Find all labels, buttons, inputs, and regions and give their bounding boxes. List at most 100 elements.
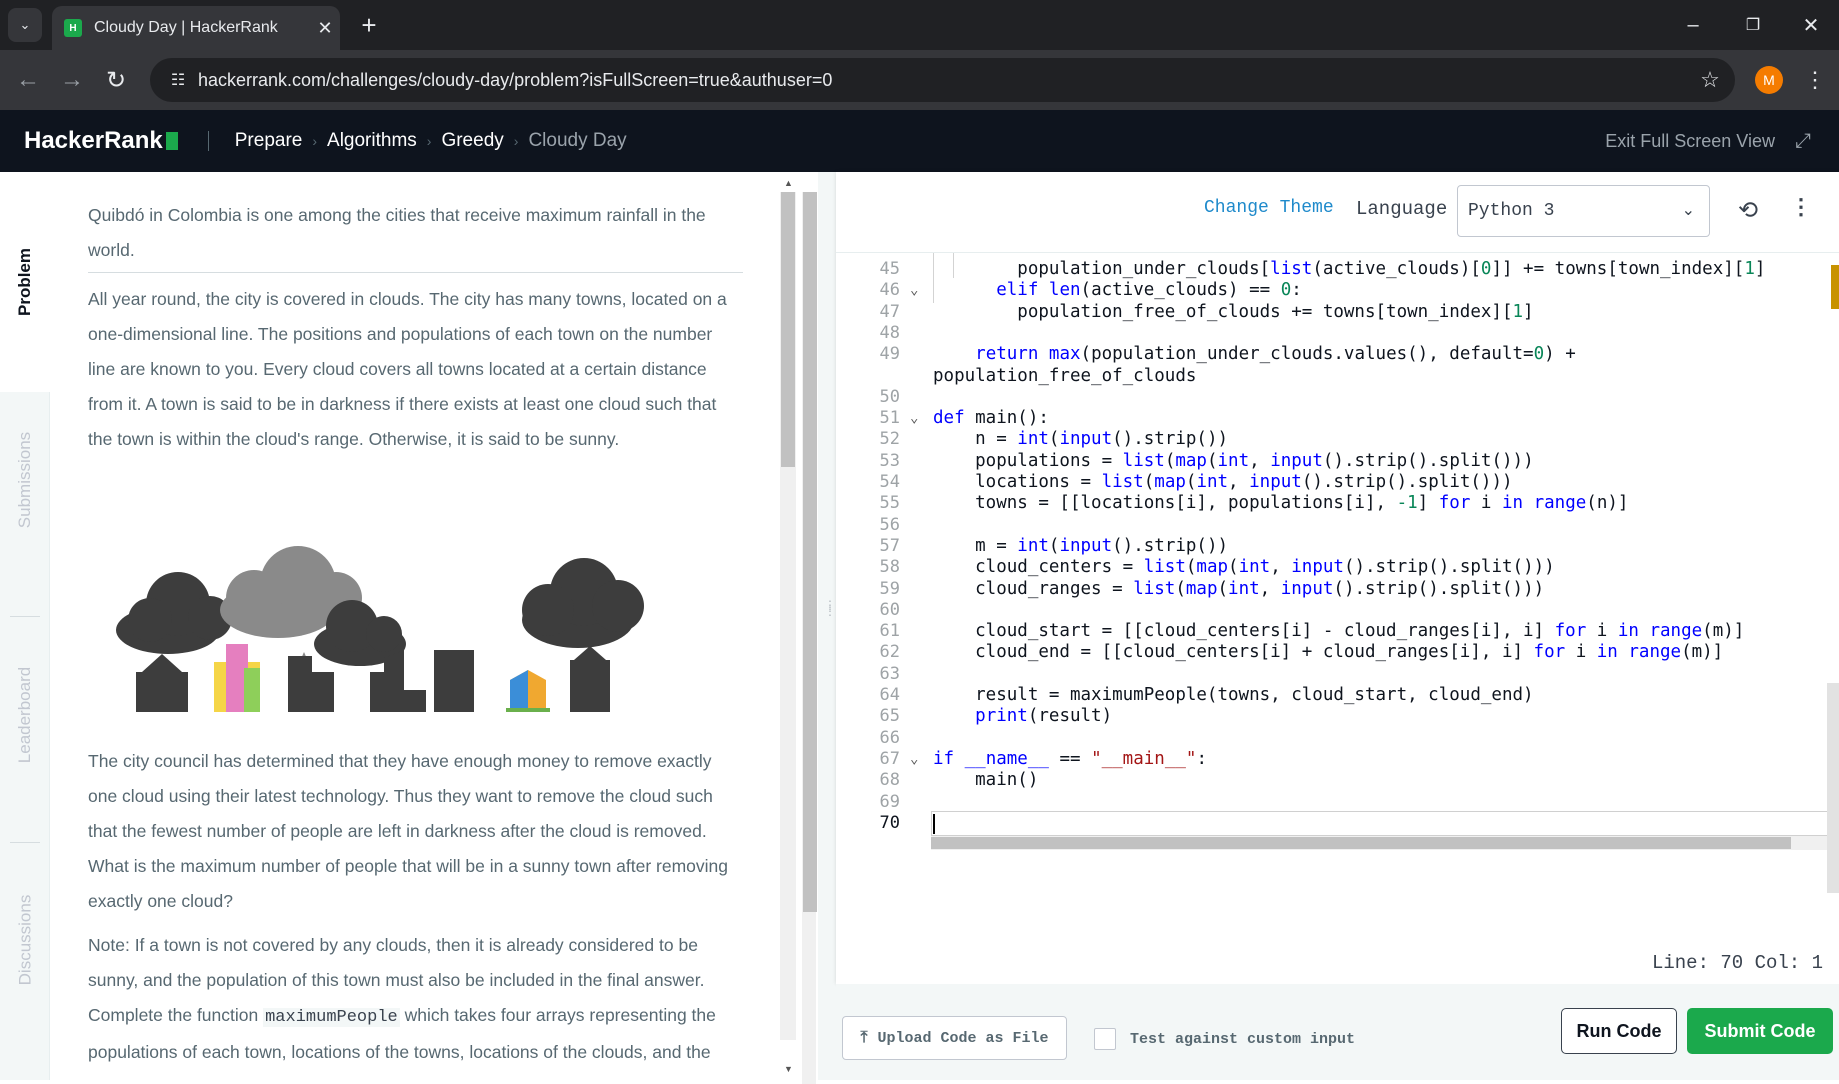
change-theme-link[interactable]: Change Theme xyxy=(1204,198,1334,218)
exit-fullscreen-link[interactable]: Exit Full Screen View xyxy=(1605,131,1775,152)
back-icon[interactable]: ← xyxy=(8,60,48,100)
browser-tab[interactable]: H Cloudy Day | HackerRank ✕ xyxy=(52,6,340,50)
problem-statement-panel: Quibdó in Colombia is one among the citi… xyxy=(50,172,780,1080)
function-name-code: maximumPeople xyxy=(263,1008,400,1027)
code-token: input xyxy=(1291,557,1344,578)
upload-code-button[interactable]: ⤒ Upload Code as File xyxy=(842,1016,1067,1060)
line-number: 70 xyxy=(879,812,900,833)
bookmark-star-icon[interactable]: ☆ xyxy=(1685,67,1735,93)
logo-mark xyxy=(165,132,178,150)
tab-divider xyxy=(10,616,40,617)
submit-code-button[interactable]: Submit Code xyxy=(1687,1008,1833,1054)
restore-icon[interactable]: ❐ xyxy=(1725,0,1781,50)
code-token: int xyxy=(1196,472,1229,492)
editor-horizontal-scrollbar[interactable] xyxy=(931,836,1839,851)
history-icon[interactable]: ⟲ xyxy=(1732,196,1764,228)
code-token: in xyxy=(1501,493,1524,514)
breadcrumb-algorithms[interactable]: Algorithms xyxy=(327,130,417,152)
upload-icon: ⤒ xyxy=(860,1029,868,1047)
minimize-icon[interactable]: – xyxy=(1665,0,1721,50)
kebab-menu-icon[interactable]: ⋮ xyxy=(1800,64,1830,96)
breadcrumb-greedy[interactable]: Greedy xyxy=(441,130,503,152)
code-token: input xyxy=(1059,429,1113,450)
language-label: Language xyxy=(1356,198,1448,220)
url-text[interactable]: hackerrank.com/challenges/cloudy-day/pro… xyxy=(198,70,1685,91)
code-token: range xyxy=(1628,642,1682,663)
code-token: input xyxy=(1280,578,1334,599)
cloud-icon xyxy=(522,558,644,648)
tab-list-icon[interactable]: ⌄ xyxy=(8,8,42,42)
code-line[interactable]: 70 xyxy=(836,811,1826,836)
code-token: 1 xyxy=(1512,301,1524,322)
code-token: 0 xyxy=(1280,280,1292,301)
reload-icon[interactable]: ↻ xyxy=(96,60,136,100)
scroll-down-icon[interactable]: ▼ xyxy=(784,1064,793,1074)
code-token: len xyxy=(1048,280,1081,301)
page-scrollbar-thumb[interactable] xyxy=(803,192,817,912)
tab-submissions[interactable]: Submissions xyxy=(0,392,50,567)
building-icon xyxy=(434,650,474,712)
code-token: 0 xyxy=(1480,259,1492,279)
code-token: input xyxy=(1270,450,1323,471)
plus-icon[interactable]: + xyxy=(352,8,386,42)
pane-splitter[interactable]: ⋮ ⋮ xyxy=(818,172,836,1080)
editor-vertical-scrollbar[interactable] xyxy=(1827,253,1839,940)
tab-submissions-label: Submissions xyxy=(15,431,34,528)
browser-toolbar: ← → ↻ ☷ hackerrank.com/challenges/cloudy… xyxy=(0,50,1839,110)
drag-handle-icon[interactable]: ⋮ ⋮ xyxy=(824,599,836,617)
profile-avatar[interactable]: M xyxy=(1755,66,1783,94)
upload-code-label: Upload Code as File xyxy=(877,1029,1049,1047)
code-token: in xyxy=(1596,642,1618,663)
close-icon[interactable]: ✕ xyxy=(310,18,340,39)
window-close-icon[interactable]: ✕ xyxy=(1783,0,1839,50)
code-token: list xyxy=(1143,557,1186,578)
browser-tabbar: ⌄ H Cloudy Day | HackerRank ✕ + – ❐ ✕ xyxy=(0,0,1839,50)
problem-side-tabs: Problem Submissions Leaderboard Discussi… xyxy=(0,172,50,1080)
code-token: list xyxy=(1122,450,1165,471)
custom-input-checkbox[interactable] xyxy=(1094,1028,1116,1050)
code-token: for xyxy=(1438,493,1471,514)
code-area[interactable]: 45 population_under_clouds[list(active_c… xyxy=(836,252,1839,940)
code-token: int xyxy=(1217,450,1250,471)
address-bar[interactable]: ☷ hackerrank.com/challenges/cloudy-day/p… xyxy=(150,58,1735,102)
code-token: 1 xyxy=(1744,259,1755,279)
code-token: list xyxy=(1270,259,1313,279)
tab-leaderboard[interactable]: Leaderboard xyxy=(0,627,50,802)
kebab-menu-icon[interactable]: ⋮ xyxy=(1790,194,1812,220)
tab-divider xyxy=(10,842,40,843)
tab-discussions-label: Discussions xyxy=(15,894,35,985)
exit-fullscreen-icon[interactable]: ⤢ xyxy=(1795,130,1811,153)
editor-horizontal-scrollbar-thumb[interactable] xyxy=(931,837,1791,850)
code-token: list xyxy=(1133,578,1176,599)
building-icon xyxy=(570,646,610,712)
problem-note: Note: If a town is not covered by any cl… xyxy=(88,935,705,990)
code-token: max xyxy=(1048,344,1081,365)
tab-problem-label: Problem xyxy=(15,247,34,317)
code-token: for xyxy=(1533,642,1566,663)
editor-vertical-scrollbar-thumb[interactable] xyxy=(1827,683,1839,893)
tab-discussions[interactable]: Discussions xyxy=(0,852,50,1027)
code-token: input xyxy=(1059,535,1113,556)
code-token: in xyxy=(1617,621,1639,642)
editor-actions: ⤒ Upload Code as File Test against custo… xyxy=(836,984,1839,1080)
header-divider xyxy=(207,131,209,151)
cloud-icon xyxy=(116,572,232,654)
code-token: 0 xyxy=(1533,344,1545,365)
problem-paragraph: Complete the function maximumPeople whic… xyxy=(88,998,743,1070)
code-token: map xyxy=(1196,557,1229,578)
tab-problem[interactable]: Problem xyxy=(0,172,50,392)
breadcrumb-separator: › xyxy=(513,133,519,149)
code-token: input xyxy=(1249,472,1302,492)
run-code-button[interactable]: Run Code xyxy=(1561,1008,1677,1054)
forward-icon[interactable]: → xyxy=(52,60,92,100)
breadcrumb-prepare[interactable]: Prepare xyxy=(235,130,303,152)
custom-input-toggle[interactable]: Test against custom input xyxy=(1094,1028,1355,1050)
hackerrank-logo[interactable]: HackerRank xyxy=(24,127,178,155)
divider xyxy=(88,272,743,273)
language-select[interactable]: Python 3 ⌄ xyxy=(1457,185,1710,237)
code-token: int xyxy=(1017,535,1049,556)
scroll-up-icon[interactable]: ▲ xyxy=(784,178,793,188)
site-settings-icon[interactable]: ☷ xyxy=(158,70,198,90)
problem-scrollbar-thumb[interactable] xyxy=(781,192,795,467)
code-token: for xyxy=(1554,621,1587,642)
